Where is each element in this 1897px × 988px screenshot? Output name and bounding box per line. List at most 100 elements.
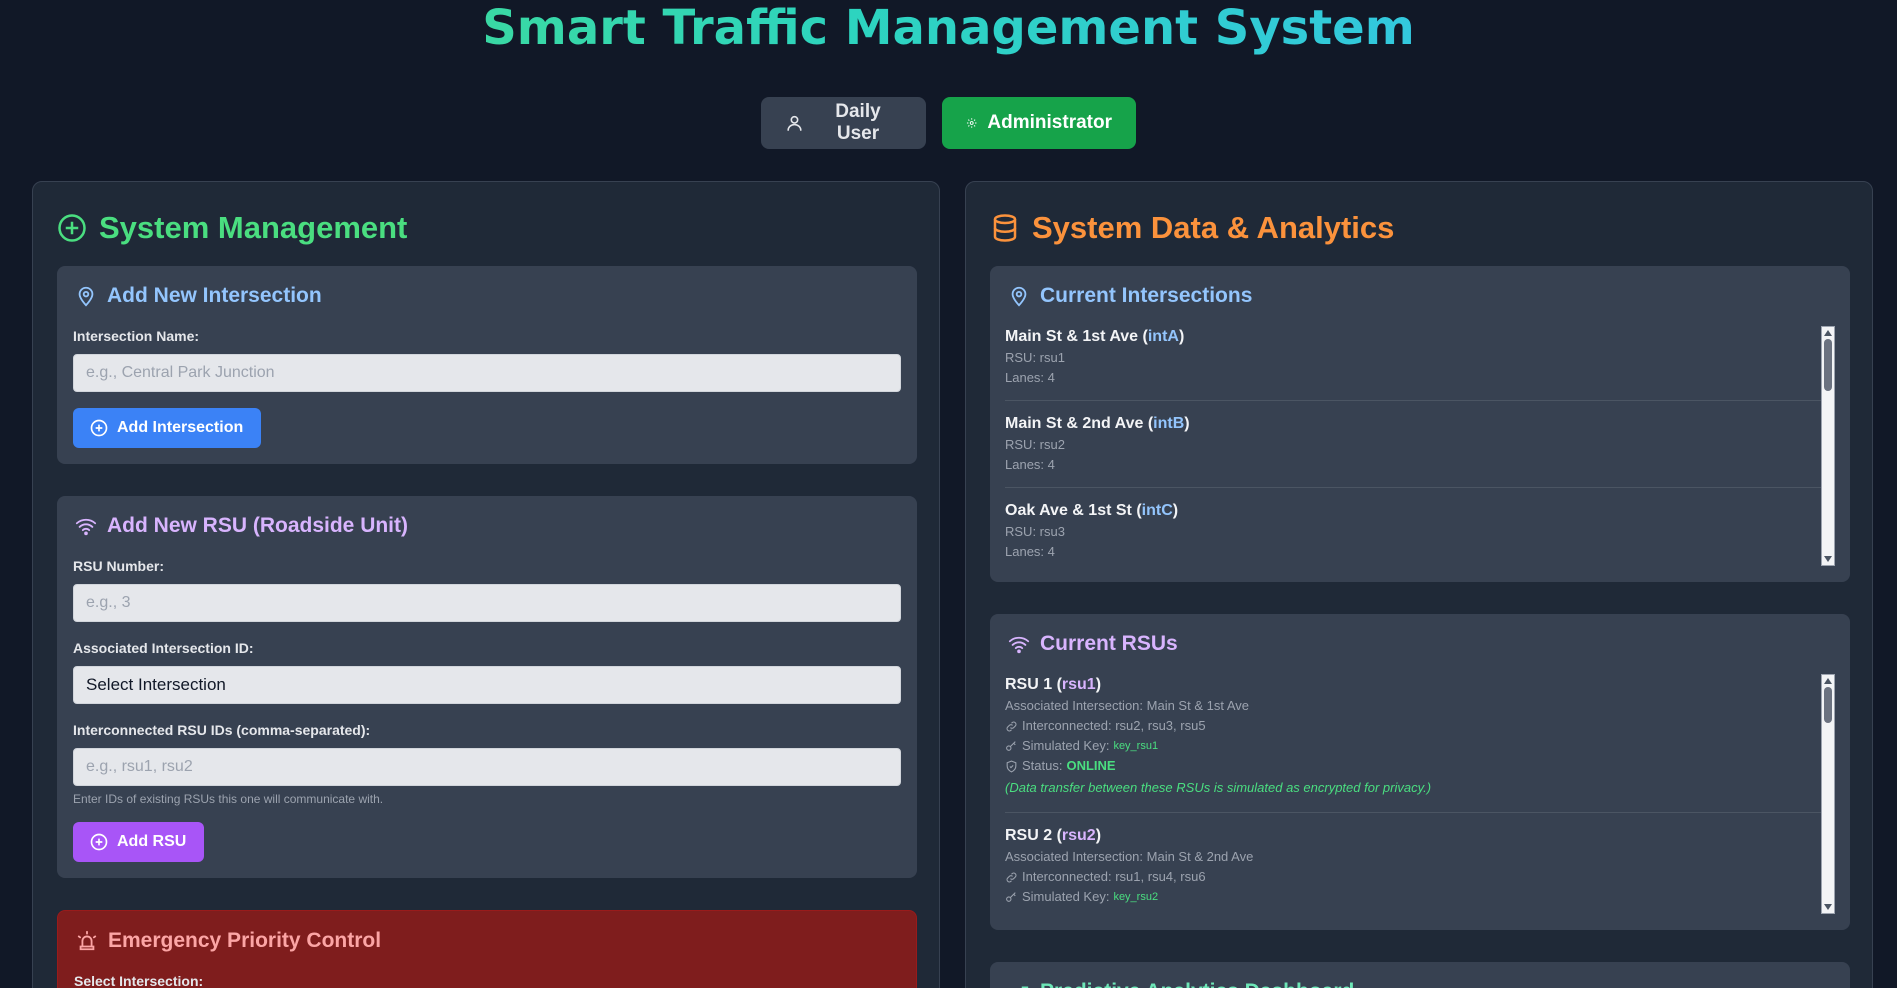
- list-item: Main St & 1st Ave (intA) RSU: rsu1 Lanes…: [1005, 326, 1835, 401]
- role-switch: Daily User Administrator: [0, 97, 1897, 149]
- emergency-priority-heading: Emergency Priority Control: [76, 929, 381, 953]
- intersections-scrollbar[interactable]: [1821, 326, 1835, 566]
- intersection-name-input[interactable]: [73, 354, 901, 392]
- trending-up-icon: [1021, 986, 1029, 988]
- rsus-list[interactable]: RSU 1 (rsu1) Associated Intersection: Ma…: [1005, 674, 1835, 914]
- rsu-interconnected: Interconnected: rsu1, rsu4, rsu6: [1005, 867, 1815, 887]
- link-icon: [1006, 872, 1017, 882]
- add-intersection-heading: Add New Intersection: [75, 284, 322, 308]
- interconnected-rsu-input[interactable]: [73, 748, 901, 786]
- intersection-lanes: Lanes: 4: [1005, 370, 1055, 385]
- predictive-analytics-heading: Predictive Analytics Dashboard: [1008, 980, 1354, 988]
- intersection-id: intA: [1147, 328, 1179, 345]
- gear-icon: [966, 118, 977, 128]
- scroll-thumb[interactable]: [1824, 687, 1832, 723]
- rsu-interconnected: Interconnected: rsu2, rsu3, rsu5: [1005, 716, 1815, 736]
- rsu-intersection: Associated Intersection: Main St & 2nd A…: [1005, 849, 1254, 864]
- add-intersection-card: Add New Intersection Intersection Name: …: [57, 266, 917, 464]
- daily-user-button[interactable]: Daily User: [761, 97, 926, 149]
- system-analytics-heading: System Data & Analytics: [990, 210, 1394, 246]
- link-icon: [1006, 721, 1017, 731]
- add-rsu-heading: Add New RSU (Roadside Unit): [75, 514, 408, 538]
- status-badge: ONLINE: [1066, 758, 1116, 773]
- list-item: Main St & 2nd Ave (intB) RSU: rsu2 Lanes…: [1005, 413, 1835, 488]
- add-rsu-card: Add New RSU (Roadside Unit) RSU Number: …: [57, 496, 917, 878]
- add-intersection-button-label: Add Intersection: [117, 419, 244, 436]
- current-intersections-card: Current Intersections Main St & 1st Ave …: [990, 266, 1850, 582]
- intersection-name-label: Intersection Name:: [73, 328, 200, 344]
- interconnected-rsu-label: Interconnected RSU IDs (comma-separated)…: [73, 722, 371, 738]
- administrator-label: Administrator: [987, 112, 1112, 133]
- map-pin-icon: [78, 286, 94, 307]
- current-rsus-heading: Current RSUs: [1008, 632, 1178, 656]
- plus-circle-icon: [90, 419, 108, 437]
- database-icon: [993, 214, 1017, 242]
- user-icon: [787, 115, 802, 131]
- rsu-id: rsu1: [1061, 676, 1096, 693]
- intersection-rsu: RSU: rsu2: [1005, 437, 1065, 452]
- intersection-id: intC: [1141, 502, 1173, 519]
- rsu-number-input[interactable]: [73, 584, 901, 622]
- daily-user-label: Daily User: [835, 101, 881, 144]
- rsu-number-label: RSU Number:: [73, 558, 165, 574]
- add-intersection-button[interactable]: Add Intersection: [73, 408, 262, 448]
- plus-circle-icon: [58, 214, 86, 242]
- rsu-key: Simulated Key: key_rsu2: [1005, 887, 1815, 907]
- predictive-analytics-card: Predictive Analytics Dashboard: [990, 962, 1850, 988]
- system-management-panel: System Management Add New Intersection I…: [32, 181, 940, 988]
- current-intersections-heading: Current Intersections: [1008, 284, 1252, 308]
- list-item: RSU 2 (rsu2) Associated Intersection: Ma…: [1005, 825, 1835, 914]
- rsu-name: RSU 1 (rsu1): [1005, 676, 1102, 693]
- rsu-status: Status: ONLINE: [1005, 756, 1815, 776]
- intersection-name: Oak Ave & 1st St (intC): [1005, 502, 1179, 519]
- scroll-up-icon[interactable]: [1824, 330, 1832, 336]
- intersections-list[interactable]: Main St & 1st Ave (intA) RSU: rsu1 Lanes…: [1005, 326, 1835, 566]
- interconnected-rsu-hint: Enter IDs of existing RSUs this one will…: [73, 792, 384, 806]
- administrator-button[interactable]: Administrator: [942, 97, 1136, 149]
- system-management-title: System Management: [99, 210, 408, 245]
- add-rsu-button[interactable]: Add RSU: [73, 822, 205, 862]
- scroll-down-icon[interactable]: [1824, 556, 1832, 562]
- scroll-down-icon[interactable]: [1824, 904, 1832, 910]
- emergency-priority-title: Emergency Priority Control: [108, 929, 382, 952]
- intersection-name: Main St & 2nd Ave (intB): [1005, 415, 1190, 432]
- intersection-id: intB: [1153, 415, 1185, 432]
- emergency-select-label: Select Intersection:: [74, 973, 204, 988]
- predictive-analytics-title: Predictive Analytics Dashboard: [1040, 980, 1354, 988]
- siren-icon: [77, 930, 97, 951]
- key-icon: [1006, 891, 1016, 902]
- page-title: Smart Traffic Management System: [0, 0, 1897, 56]
- rsu-key: Simulated Key: key_rsu1: [1005, 736, 1815, 756]
- list-item: RSU 1 (rsu1) Associated Intersection: Ma…: [1005, 674, 1835, 813]
- rsu-key-value: key_rsu2: [1113, 891, 1159, 903]
- key-icon: [1006, 740, 1016, 751]
- current-rsus-card: Current RSUs RSU 1 (rsu1) Associated Int…: [990, 614, 1850, 930]
- rsu-intersection: Associated Intersection: Main St & 1st A…: [1005, 698, 1249, 713]
- intersection-rsu: RSU: rsu3: [1005, 524, 1065, 539]
- intersection-lanes: Lanes: 4: [1005, 544, 1055, 559]
- intersection-name: Main St & 1st Ave (intA): [1005, 328, 1185, 345]
- intersection-lanes: Lanes: 4: [1005, 457, 1055, 472]
- intersection-rsu: RSU: rsu1: [1005, 350, 1065, 365]
- current-rsus-title: Current RSUs: [1040, 632, 1178, 655]
- scroll-up-icon[interactable]: [1824, 678, 1832, 684]
- wifi-icon: [1008, 636, 1030, 654]
- associated-intersection-label: Associated Intersection ID:: [73, 640, 254, 656]
- map-pin-icon: [1011, 286, 1027, 307]
- current-intersections-title: Current Intersections: [1040, 284, 1253, 307]
- associated-intersection-select[interactable]: Select Intersection: [73, 666, 901, 704]
- rsus-scrollbar[interactable]: [1821, 674, 1835, 914]
- system-management-heading: System Management: [57, 210, 407, 246]
- list-item: Oak Ave & 1st St (intC) RSU: rsu3 Lanes:…: [1005, 500, 1835, 566]
- encryption-note: (Data transfer between these RSUs is sim…: [1005, 780, 1432, 795]
- rsu-name: RSU 2 (rsu2): [1005, 827, 1102, 844]
- plus-circle-icon: [90, 833, 108, 851]
- rsu-key-value: key_rsu1: [1113, 740, 1159, 752]
- shield-check-icon: [1006, 760, 1017, 773]
- system-analytics-title: System Data & Analytics: [1032, 210, 1395, 245]
- wifi-icon: [75, 518, 97, 536]
- scroll-thumb[interactable]: [1824, 339, 1832, 391]
- emergency-priority-card: Emergency Priority Control Select Inters…: [57, 910, 917, 988]
- rsu-id: rsu2: [1061, 827, 1096, 844]
- add-intersection-title: Add New Intersection: [107, 284, 322, 307]
